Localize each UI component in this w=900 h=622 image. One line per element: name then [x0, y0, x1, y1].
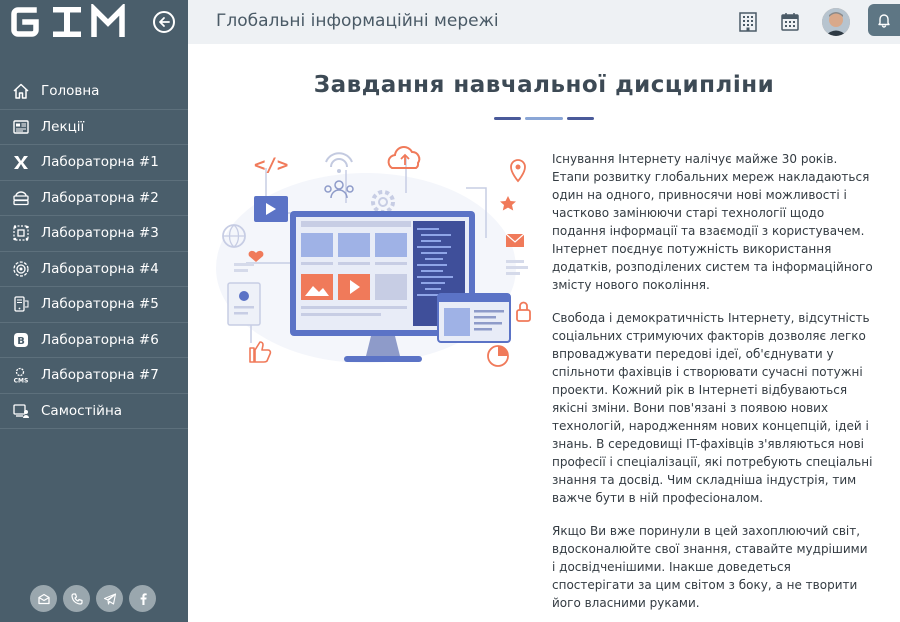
- like-icon: [249, 341, 272, 363]
- phone-icon: [70, 592, 83, 605]
- building-icon[interactable]: [737, 11, 759, 33]
- lectures-icon: [11, 117, 31, 137]
- sidebar-item-label: Лабораторна #5: [41, 296, 159, 313]
- pie-chart-icon: [487, 345, 509, 367]
- sidebar-item-lectures[interactable]: Лекції: [0, 110, 188, 145]
- bootstrap-icon: B: [11, 330, 31, 350]
- sidebar-item-label: Головна: [41, 83, 100, 100]
- cms-icon: CMS: [11, 365, 31, 385]
- page-heading: Завдання навчальної дисципліни: [313, 72, 775, 98]
- sidebar-item-label: Лекції: [41, 118, 85, 135]
- code-tag-label: </>: [254, 154, 288, 176]
- sidebar-item-lab-3[interactable]: Лабораторна #3: [0, 216, 188, 252]
- profile-card: [227, 282, 261, 326]
- notifications-button[interactable]: [868, 4, 900, 36]
- mobile-icon: [11, 294, 31, 314]
- star-icon: [500, 196, 516, 211]
- location-pin-icon: [510, 159, 526, 183]
- sidebar-item-home[interactable]: Головна: [0, 74, 188, 110]
- sidebar: Головна Лекції Лабораторна #1 Лабораторн…: [0, 0, 188, 622]
- gear-target-icon: [11, 259, 31, 279]
- heading-underline: [494, 117, 594, 120]
- sidebar-item-label: Самостійна: [41, 402, 123, 419]
- calendar-icon[interactable]: [779, 11, 801, 33]
- xml-icon: [11, 152, 31, 172]
- description-text: Існування Інтернету налічує майже 30 рок…: [552, 150, 874, 622]
- logo-row: [0, 0, 188, 46]
- sidebar-item-lab-7[interactable]: CMS Лабораторна #7: [0, 358, 188, 394]
- paragraph: Якщо Ви вже поринули в цей захоплюючий с…: [552, 524, 868, 610]
- cloud-upload-icon: [387, 146, 421, 169]
- self-study-icon: [11, 401, 31, 421]
- sidebar-item-label: Лабораторна #1: [41, 154, 159, 171]
- telegram-icon: [103, 592, 116, 605]
- wifi-icon: [325, 152, 353, 168]
- web-development-illustration: </>: [216, 146, 531, 367]
- sidebar-item-lab-4[interactable]: Лабораторна #4: [0, 252, 188, 287]
- mail-icon: [37, 593, 50, 604]
- sidebar-item-label: Лабораторна #7: [41, 367, 159, 384]
- svg-text:CMS: CMS: [14, 378, 29, 385]
- sidebar-item-label: Лабораторна #3: [41, 225, 159, 242]
- phone-link[interactable]: [63, 585, 90, 612]
- paragraph: Свобода і демократичність Інтернету, від…: [552, 311, 873, 505]
- social-links: [30, 585, 156, 612]
- sidebar-item-self-study[interactable]: Самостійна: [0, 394, 188, 429]
- telegram-link[interactable]: [96, 585, 123, 612]
- gim-logo[interactable]: [10, 4, 126, 40]
- user-avatar[interactable]: [822, 8, 850, 36]
- network-icon: [11, 223, 31, 243]
- sidebar-nav: Головна Лекції Лабораторна #1 Лабораторн…: [0, 74, 188, 429]
- top-bar: Глобальні інформаційні мережі: [188, 0, 900, 44]
- facebook-link[interactable]: [129, 585, 156, 612]
- server-icon: [11, 188, 31, 208]
- arrow-left-icon: [159, 17, 170, 27]
- sidebar-item-lab-5[interactable]: Лабораторна #5: [0, 287, 188, 323]
- sidebar-item-label: Лабораторна #4: [41, 260, 159, 277]
- sidebar-item-lab-6[interactable]: B Лабораторна #6: [0, 323, 188, 358]
- app-title: Глобальні інформаційні мережі: [216, 11, 499, 31]
- mail-icon: [505, 233, 525, 247]
- code-window-graphic: [437, 293, 511, 343]
- paragraph: Існування Інтернету налічує майже 30 рок…: [552, 152, 873, 292]
- mail-link[interactable]: [30, 585, 57, 612]
- video-card: [254, 196, 288, 222]
- lock-icon: [516, 301, 531, 322]
- sidebar-item-lab-2[interactable]: Лабораторна #2: [0, 181, 188, 216]
- collapse-sidebar-button[interactable]: [153, 11, 175, 33]
- facebook-icon: [140, 592, 147, 605]
- home-icon: [11, 81, 31, 101]
- sidebar-item-label: Лабораторна #6: [41, 331, 159, 348]
- sidebar-item-lab-1[interactable]: Лабораторна #1: [0, 145, 188, 181]
- svg-text:B: B: [17, 336, 25, 347]
- bell-icon: [878, 14, 890, 28]
- sidebar-item-label: Лабораторна #2: [41, 189, 159, 206]
